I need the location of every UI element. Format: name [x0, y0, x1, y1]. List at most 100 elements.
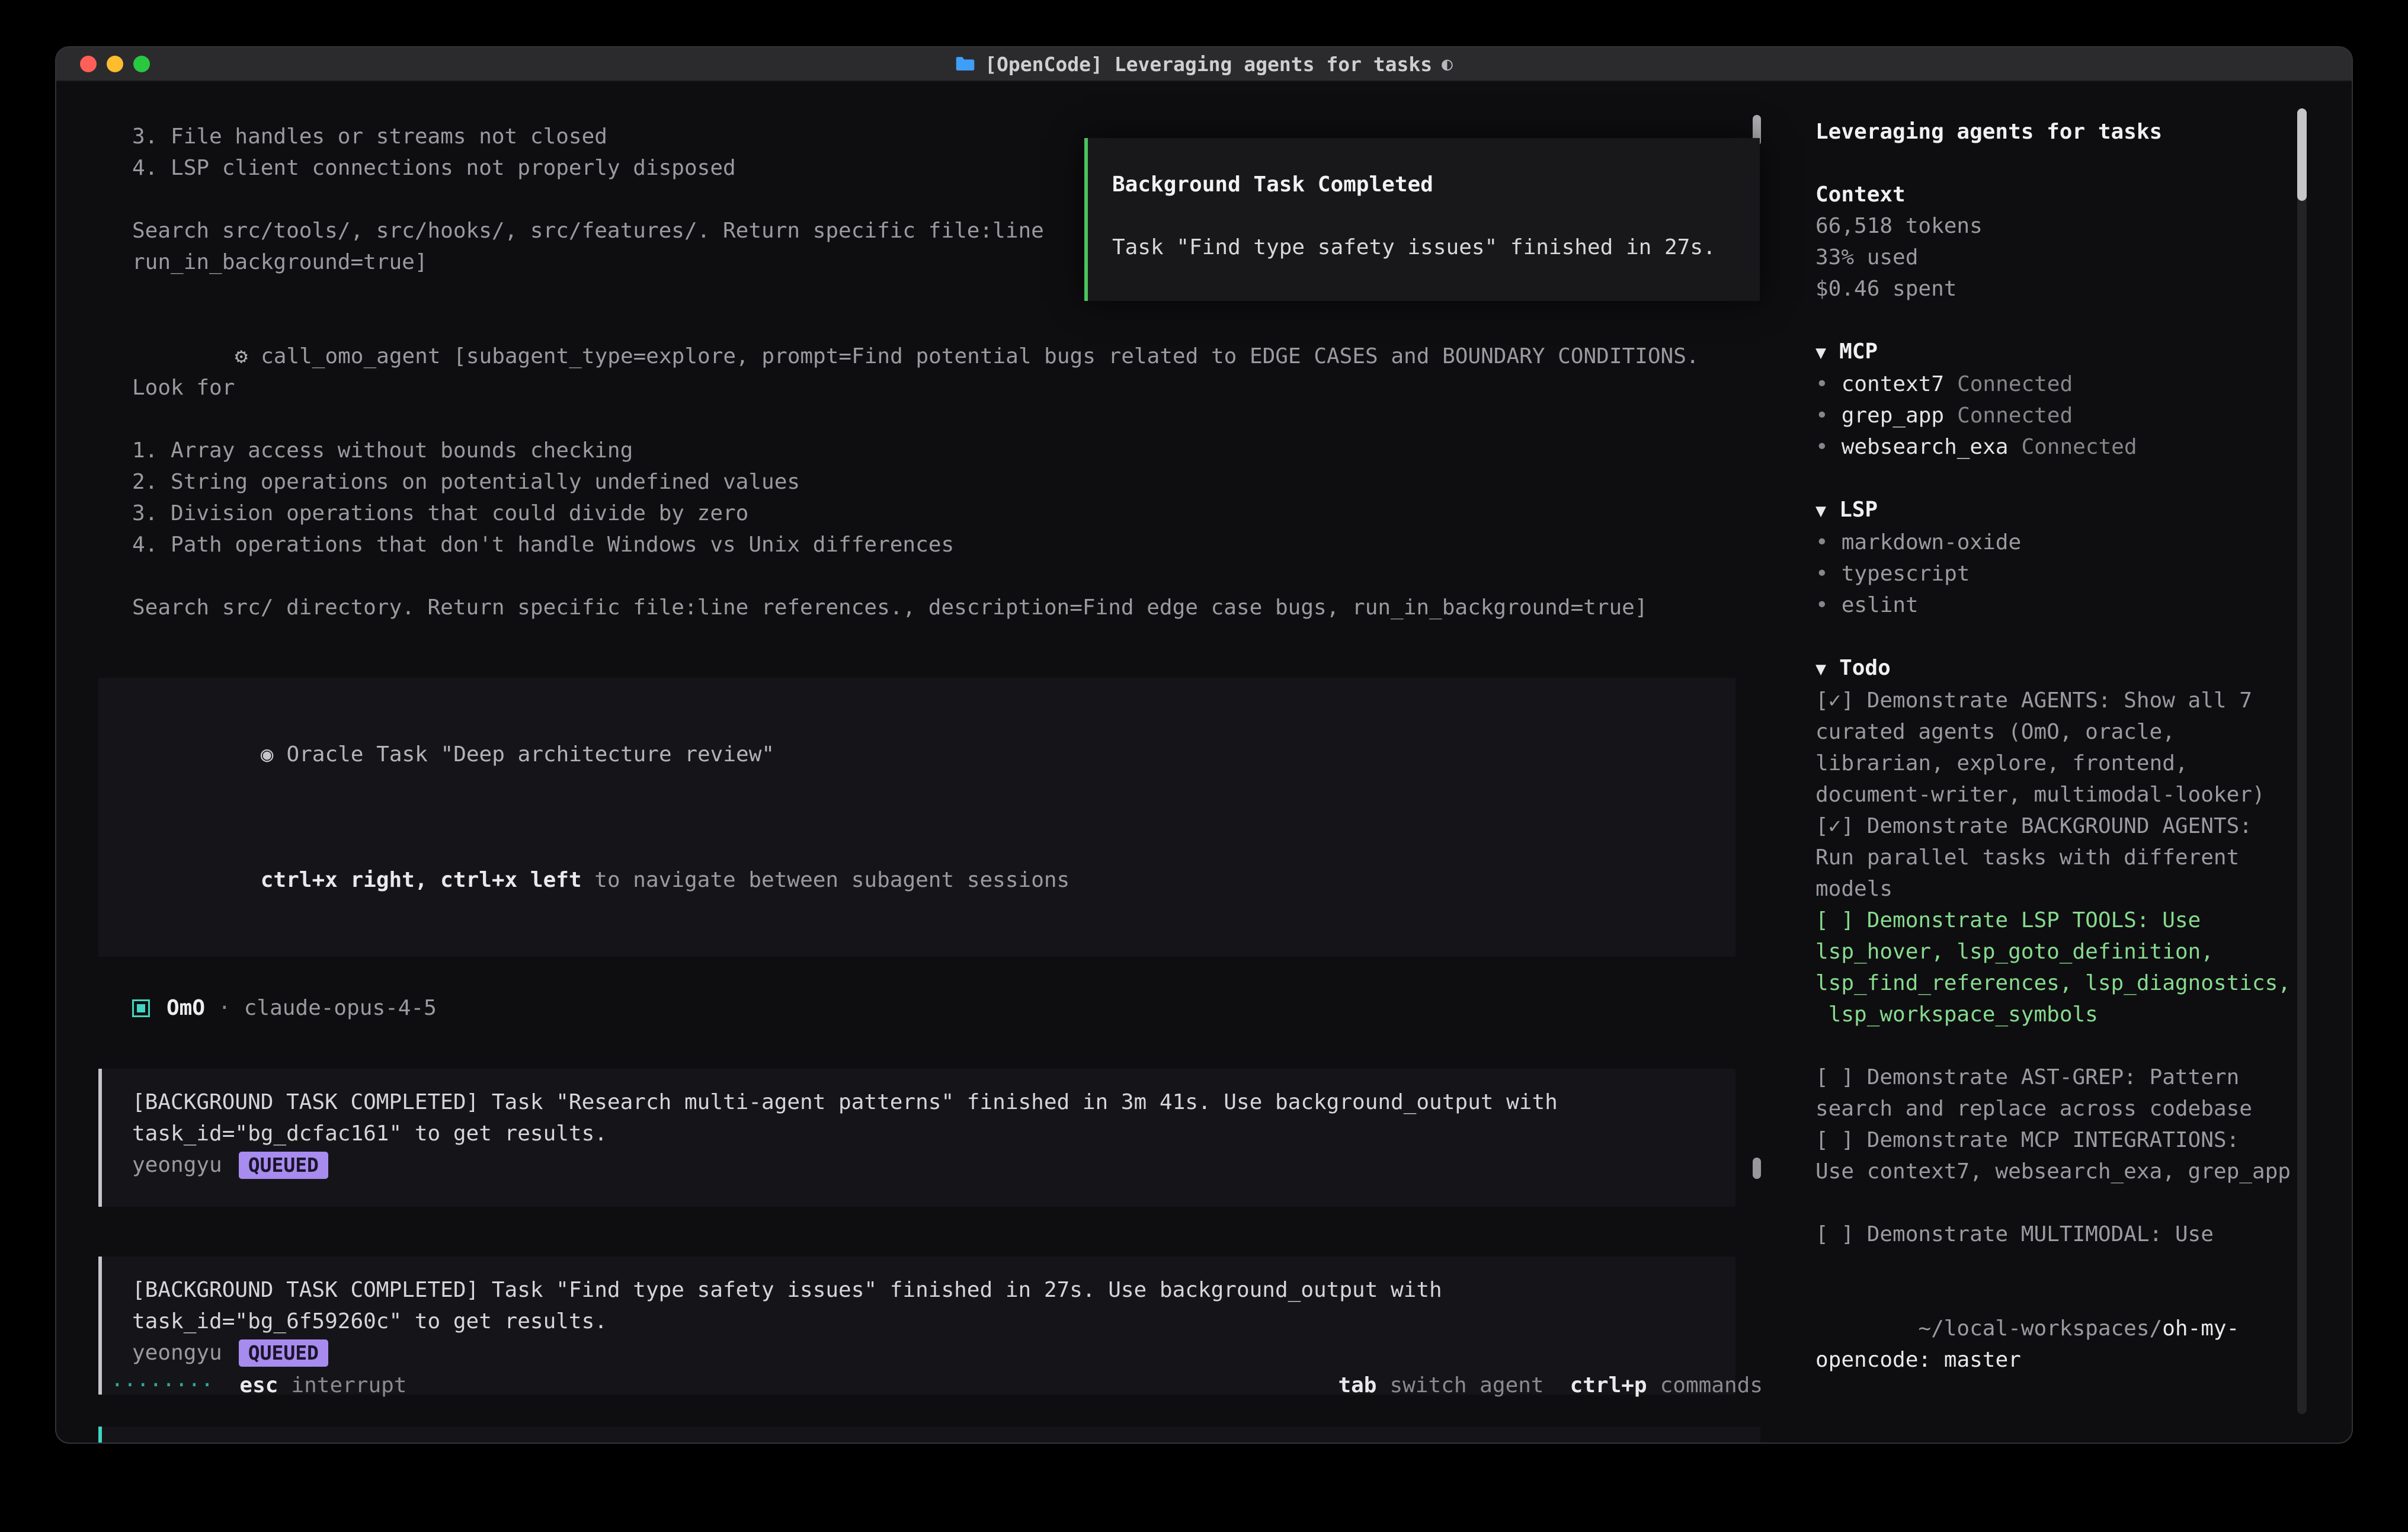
mcp-server-status: Connected	[1957, 403, 2073, 428]
bullet-icon: •	[1815, 372, 1829, 396]
shortcut-description: to navigate between subagent sessions	[582, 868, 1070, 892]
lsp-server-name: eslint	[1842, 593, 1919, 617]
mcp-item: • grep_app Connected	[1815, 400, 2352, 431]
close-window-button[interactable]	[80, 56, 97, 72]
message-text: [BACKGROUND TASK COMPLETED] Task "Resear…	[132, 1086, 1706, 1149]
bullet-icon: •	[1815, 530, 1829, 555]
bullet-icon: •	[1815, 593, 1829, 617]
sidebar: Leveraging agents for tasks Context 66,5…	[1762, 82, 2352, 1443]
lsp-server-name: typescript	[1842, 562, 1970, 586]
subagent-navigation-hint: ctrl+x right, ctrl+x left to navigate be…	[132, 833, 1706, 927]
context-tokens: 66,518 tokens	[1815, 210, 2352, 242]
todo-item: [ ] Demonstrate MULTIMODAL: Use	[1815, 1219, 2298, 1250]
app-name-regular: Open	[1842, 1442, 1893, 1444]
message-meta: yeongyu QUEUED	[132, 1149, 1706, 1181]
todo-item-active: [ ] Demonstrate LSP TOOLS: Use lsp_hover…	[1815, 905, 2298, 1030]
tool-prompt-line: Search src/ directory. Return specific f…	[132, 592, 1738, 623]
app-version-number: 1.0.163	[1957, 1442, 2047, 1444]
mcp-server-status: Connected	[2021, 435, 2137, 459]
todo-item: [✓] Demonstrate BACKGROUND AGENTS: Run p…	[1815, 810, 2298, 905]
lsp-item: • eslint	[1815, 589, 2352, 621]
message-meta: yeongyu QUEUED	[132, 1337, 1706, 1368]
todo-item: [ ] Demonstrate MCP INTEGRATIONS: Use co…	[1815, 1124, 2298, 1187]
tab-key-hint: tab	[1338, 1370, 1376, 1401]
oracle-task-title-text: Oracle Task "Deep architecture review"	[286, 742, 774, 767]
record-icon: ◉	[261, 742, 274, 767]
tool-prompt-line: 3. Division operations that could divide…	[132, 498, 1738, 529]
shortcut-keys: ctrl+x right, ctrl+x left	[261, 868, 582, 892]
tool-call-line: ⚙call_omo_agent [subagent_type=explore, …	[132, 309, 1738, 435]
status-bar-right: tab switch agent ctrl+p commands	[1338, 1370, 1763, 1401]
mcp-server-status: Connected	[1957, 372, 2073, 396]
esc-key-label: interrupt	[291, 1370, 406, 1401]
workspace-branch: master	[1944, 1348, 2021, 1372]
lsp-server-name: markdown-oxide	[1842, 530, 2021, 555]
mcp-item: • context7 Connected	[1815, 368, 2352, 400]
mcp-server-name: grep_app	[1842, 403, 1944, 428]
chevron-down-icon: ▼	[1815, 337, 1826, 368]
lsp-section-header[interactable]: ▼ LSP	[1815, 494, 2352, 527]
gear-icon: ⚙	[235, 344, 248, 368]
tool-prompt-line: 4. Path operations that don't handle Win…	[132, 529, 1738, 560]
status-bar: ········ esc interrupt tab switch agent …	[111, 1370, 1763, 1401]
omo-agent-icon	[132, 999, 150, 1017]
oracle-task-title: ◉ Oracle Task "Deep architecture review"	[132, 707, 1706, 802]
window-controls	[80, 47, 150, 81]
spinner-dots: ········	[111, 1370, 213, 1401]
status-badge: QUEUED	[239, 1339, 328, 1367]
chevron-down-icon: ▼	[1815, 653, 1826, 685]
workspace-path: ~/local-workspaces/oh-my-opencode: maste…	[1815, 1281, 2298, 1407]
status-badge: QUEUED	[239, 1152, 328, 1179]
sidebar-scrollbar[interactable]	[2297, 108, 2307, 1414]
session-title: Leveraging agents for tasks	[1815, 116, 2352, 148]
agent-name: OmO	[166, 992, 205, 1024]
chevron-down-icon: ▼	[1815, 495, 1826, 527]
oracle-task-card[interactable]: ◉Oracle Task "Deep architecture review" …	[98, 678, 1735, 957]
esc-key-hint: esc	[239, 1370, 278, 1401]
opencode-window: [OpenCode] Leveraging agents for tasks ◐…	[55, 46, 2353, 1444]
mcp-server-name: context7	[1842, 372, 1944, 396]
scrollbar-thumb[interactable]	[2297, 108, 2307, 201]
lsp-heading-text: LSP	[1839, 498, 1878, 522]
tool-prompt-line: 2. String operations on potentially unde…	[132, 466, 1738, 498]
todo-section-header[interactable]: ▼ Todo	[1815, 652, 2352, 685]
bullet-icon: •	[1815, 403, 1829, 428]
scrollbar-thumb[interactable]	[1753, 1158, 1761, 1179]
background-task-message: [BACKGROUND TASK COMPLETED] Task "Resear…	[98, 1069, 1735, 1207]
folder-icon	[955, 56, 975, 72]
workspace-path-prefix: ~/local-workspaces/	[1918, 1316, 2162, 1341]
agent-header: OmO · claude-opus-4-5	[132, 992, 1752, 1024]
todo-item: [✓] Demonstrate AGENTS: Show all 7 curat…	[1815, 685, 2298, 810]
status-bar-left: ········ esc interrupt	[111, 1370, 407, 1401]
mcp-item: • websearch_exa Connected	[1815, 431, 2352, 463]
toast-body: Task "Find type safety issues" finished …	[1112, 232, 1736, 263]
mcp-server-name: websearch_exa	[1842, 435, 2009, 459]
activity-indicator-icon: ◐	[1442, 49, 1453, 80]
minimize-window-button[interactable]	[107, 56, 123, 72]
todo-item: [ ] Demonstrate AST-GREP: Pattern search…	[1815, 1062, 2298, 1124]
background-task-toast[interactable]: Background Task Completed Task "Find typ…	[1084, 138, 1760, 301]
tool-prompt-line: 1. Array access without bounds checking	[132, 435, 1738, 466]
message-author: yeongyu	[132, 1337, 222, 1368]
ctrlp-key-hint: ctrl+p	[1570, 1370, 1647, 1401]
todo-heading-text: Todo	[1839, 656, 1891, 680]
titlebar: [OpenCode] Leveraging agents for tasks ◐	[56, 47, 2352, 82]
separator-dot: ·	[218, 992, 231, 1024]
tab-key-label: switch agent	[1389, 1370, 1544, 1401]
window-title-text: [OpenCode] Leveraging agents for tasks	[985, 49, 1432, 80]
context-used: 33% used	[1815, 242, 2352, 273]
lsp-item: •typescript	[1815, 558, 2352, 589]
zoom-window-button[interactable]	[133, 56, 150, 72]
app-name-bold: Code	[1893, 1442, 1944, 1444]
mcp-heading-text: MCP	[1839, 339, 1878, 364]
message-author: yeongyu	[132, 1149, 222, 1181]
ctrlp-key-label: commands	[1660, 1370, 1763, 1401]
prompt-input[interactable]: OmO Opus 4.5 Anthropic	[98, 1427, 1760, 1444]
bullet-icon: •	[1815, 435, 1829, 459]
context-heading: Context	[1815, 179, 2352, 210]
tool-call-text: call_omo_agent [subagent_type=explore, p…	[132, 344, 1712, 400]
bullet-icon: •	[1815, 1442, 1829, 1444]
window-title: [OpenCode] Leveraging agents for tasks ◐	[955, 49, 1453, 80]
mcp-section-header[interactable]: ▼ MCP	[1815, 336, 2352, 368]
toast-title: Background Task Completed	[1112, 169, 1736, 200]
